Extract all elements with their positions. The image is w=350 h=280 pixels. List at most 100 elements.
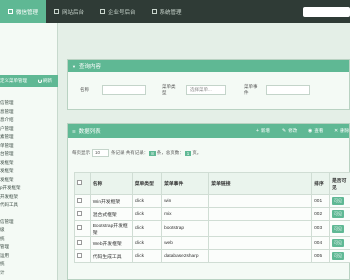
- name-cell: Win开发框架: [89, 194, 133, 208]
- sidebar-item[interactable]: 息介绍: [0, 116, 58, 125]
- type-cell: click: [131, 207, 163, 221]
- column-header[interactable]: 菜单事件: [161, 172, 210, 195]
- plus-icon: +: [256, 128, 259, 134]
- sidebar-item[interactable]: 息管理: [0, 108, 58, 117]
- column-header[interactable]: 菜单链接: [208, 172, 313, 195]
- enterprise-icon: [100, 9, 106, 14]
- menu-type-label: 菜单类型: [162, 84, 176, 95]
- menu-event-input[interactable]: [266, 85, 310, 95]
- table-row[interactable]: Win开发框架 click win 001 可见: [74, 194, 350, 208]
- row-select-cell: [74, 236, 91, 250]
- sidebar-item[interactable]: 运用: [0, 252, 58, 261]
- table-row[interactable]: Bootstrap开发框架 click bootstrap 003 可见: [74, 220, 350, 237]
- data-table: 名称 菜单类型 菜单事件 菜单链接 排序 是否可见 Win开发框架 click …: [74, 172, 350, 263]
- row-checkbox[interactable]: [77, 210, 82, 216]
- pagination-info: 每页显示 10 条记录 共有记录： 8 条，总页数： 1 页。: [72, 149, 202, 157]
- visible-cell: 可见: [328, 194, 350, 208]
- column-header[interactable]: 菜单类型: [131, 172, 163, 195]
- name-label: 名称: [80, 87, 89, 92]
- table-row[interactable]: 混合式框架 click mix 002 可见: [74, 207, 350, 221]
- link-cell: [208, 249, 313, 263]
- name-input[interactable]: [102, 85, 146, 95]
- table-row[interactable]: 代码生成工具 click database2sharp 005 可见: [74, 249, 350, 263]
- total-pages: 1: [184, 150, 192, 156]
- query-panel-title: 查询内容: [78, 64, 101, 70]
- sidebar-item[interactable]: 管理: [0, 243, 58, 252]
- nav-tab-wechat[interactable]: 微信管理: [0, 0, 47, 23]
- sidebar-item[interactable]: 发框架: [0, 176, 58, 185]
- sidebar-item[interactable]: 代码工具: [0, 201, 58, 210]
- type-cell: click: [131, 249, 163, 263]
- sidebar-item[interactable]: 统: [0, 260, 58, 269]
- table-header-row: 名称 菜单类型 菜单事件 菜单链接 排序 是否可见: [74, 172, 350, 195]
- column-header[interactable]: 名称: [89, 172, 133, 195]
- sidebar-item[interactable]: 户管理: [0, 125, 58, 134]
- eye-icon: ◉: [308, 128, 313, 134]
- website-icon: [54, 9, 60, 14]
- name-cell: 混合式框架: [89, 207, 133, 221]
- sidebar: 定义菜单管理 刷新 信管理 息管理 息介绍 户管理 素管理 单管理 台管理 发框…: [0, 23, 58, 280]
- visible-badge: 可见: [331, 252, 344, 260]
- visible-badge: 可见: [331, 210, 344, 218]
- select-all-checkbox[interactable]: [77, 180, 82, 185]
- sort-cell: 003: [311, 220, 330, 237]
- visible-badge: 可见: [331, 239, 344, 247]
- visible-cell: 可见: [328, 220, 350, 237]
- row-checkbox[interactable]: [77, 239, 82, 245]
- query-panel-header[interactable]: ▼ 查询内容: [68, 60, 349, 72]
- total-records: 8: [149, 150, 156, 156]
- view-button[interactable]: ◉ 查看: [308, 127, 323, 135]
- nav-tab-website[interactable]: 网站后台: [46, 0, 92, 23]
- row-checkbox[interactable]: [77, 197, 82, 203]
- sidebar-item[interactable]: 统: [0, 235, 58, 244]
- menu-type-select[interactable]: 选择菜单...: [186, 85, 226, 95]
- visible-cell: 可见: [328, 207, 350, 221]
- sidebar-item[interactable]: 计: [0, 269, 58, 278]
- sidebar-item[interactable]: 级: [0, 226, 58, 235]
- sidebar-item[interactable]: 发框架: [0, 167, 58, 176]
- sidebar-item[interactable]: 素管理: [0, 133, 58, 142]
- column-header[interactable]: 排序: [311, 172, 330, 195]
- visible-badge: 可见: [331, 197, 344, 205]
- delete-button[interactable]: ✕ 删除: [334, 127, 349, 135]
- top-search-input[interactable]: [303, 7, 350, 17]
- trash-icon: ✕: [334, 128, 339, 134]
- sidebar-item[interactable]: 信管理: [0, 99, 58, 108]
- nav-tab-system[interactable]: 系统管理: [144, 0, 190, 23]
- add-button[interactable]: + 新增: [256, 127, 270, 135]
- type-cell: click: [131, 220, 163, 237]
- page-size-select[interactable]: 10: [92, 149, 109, 157]
- row-select-cell: [74, 249, 91, 263]
- sidebar-header: 定义菜单管理 刷新: [0, 75, 58, 87]
- data-panel: ☰ 数据列表 + 新增 ✎ 修改 ◉ 查看 ✕ 删除 每页显示 10 条记录 共有记录：…: [67, 123, 350, 280]
- query-panel: ▼ 查询内容 名称 菜单类型 选择菜单... 菜单事件: [67, 59, 350, 110]
- row-select-cell: [74, 194, 91, 208]
- event-cell: database2sharp: [161, 249, 210, 263]
- event-cell: web: [161, 236, 210, 250]
- sidebar-menu: 信管理 息管理 息介绍 户管理 素管理 单管理 台管理 发框架 发框架 发框架 …: [0, 99, 58, 277]
- refresh-icon: [38, 79, 42, 83]
- sort-cell: 001: [311, 194, 330, 208]
- name-cell: 代码生成工具: [89, 249, 133, 263]
- system-icon: [151, 9, 157, 14]
- row-select-cell: [74, 220, 91, 237]
- sidebar-item[interactable]: 发框架: [0, 159, 58, 168]
- refresh-button[interactable]: 刷新: [38, 75, 52, 87]
- edit-button[interactable]: ✎ 修改: [282, 127, 297, 135]
- sidebar-item[interactable]: 台管理: [0, 150, 58, 159]
- event-cell: bootstrap: [161, 220, 210, 237]
- row-checkbox[interactable]: [77, 225, 82, 230]
- row-select-cell: [74, 207, 91, 221]
- sort-cell: 004: [311, 236, 330, 250]
- nav-tab-enterprise[interactable]: 企业号后台: [92, 0, 144, 23]
- sidebar-item[interactable]: 单管理: [0, 142, 58, 151]
- table-row[interactable]: Web开发框架 click web 004 可见: [74, 236, 350, 250]
- wechat-icon: [8, 9, 13, 14]
- row-checkbox[interactable]: [77, 252, 82, 258]
- sidebar-item[interactable]: p开发框架: [0, 184, 58, 193]
- select-all-cell: [74, 172, 91, 195]
- sidebar-item[interactable]: 信管理: [0, 218, 58, 227]
- sidebar-item[interactable]: 开发框架: [0, 193, 58, 202]
- column-header[interactable]: 是否可见: [328, 172, 350, 195]
